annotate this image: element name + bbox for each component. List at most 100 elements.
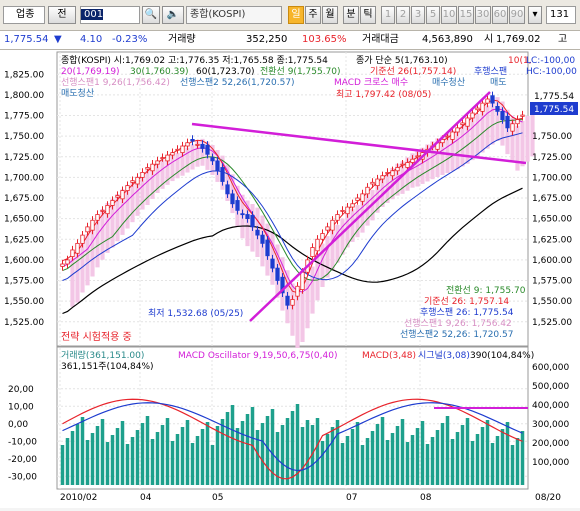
- candle-body: [320, 233, 325, 240]
- amount-value: 4,563,890: [422, 34, 473, 45]
- minute-90-label: 90: [510, 9, 524, 20]
- volume-bar: [100, 419, 105, 485]
- price-change-pct: -0.23%: [112, 34, 148, 45]
- volume-bar: [390, 433, 395, 485]
- code-input[interactable]: 001: [80, 6, 140, 24]
- volume-bar: [195, 436, 200, 485]
- tab-week[interactable]: 주: [305, 6, 321, 24]
- volume-bar: [485, 420, 490, 485]
- search-button[interactable]: 🔍: [142, 6, 160, 24]
- candle-body: [330, 219, 335, 231]
- market-select[interactable]: 업종: [3, 6, 45, 24]
- volume-bar: [520, 431, 525, 485]
- open-label: 시: [484, 34, 494, 45]
- tab-tick[interactable]: 틱: [360, 6, 376, 24]
- kospi-chart[interactable]: 1,825.00 1,800.00 1,775.00 1,750.00 1,725.00…: [0, 50, 580, 508]
- minute-3-label: 3: [414, 9, 422, 20]
- volume-bar: [215, 426, 220, 485]
- volume-bar: [340, 443, 345, 485]
- minute-90[interactable]: 90: [509, 6, 525, 24]
- tab-month[interactable]: 월: [322, 6, 338, 24]
- x-tick-label: 2010/02: [60, 493, 97, 503]
- tab-minute[interactable]: 분: [343, 6, 359, 24]
- minute-1[interactable]: 1: [381, 6, 395, 24]
- minute-dropdown[interactable]: ▾: [528, 6, 542, 24]
- candle-body: [410, 158, 415, 163]
- tab-day[interactable]: 일: [288, 6, 304, 24]
- volume-bar: [230, 405, 235, 485]
- volume-bar: [470, 441, 475, 485]
- volume-bar: [130, 437, 135, 485]
- right-tick-label: 1,525.00: [532, 318, 572, 328]
- candle-body: [370, 181, 375, 185]
- legend-leading2: 선행스팬2 52,26: 1,720.57: [400, 328, 513, 340]
- minute-60[interactable]: 60: [492, 6, 508, 24]
- strategy-label: 전략 시험적용 중: [61, 331, 132, 343]
- chart-area[interactable]: 1,825.00 1,800.00 1,775.00 1,750.00 1,725.00…: [0, 50, 580, 508]
- volume-bar: [175, 434, 180, 485]
- search-icon: 🔍: [144, 9, 158, 20]
- lc-label: LC:-100,00: [526, 56, 575, 66]
- minute-2[interactable]: 2: [396, 6, 410, 24]
- candle-body: [340, 209, 345, 212]
- volume-bar: [260, 423, 265, 485]
- minute-30-label: 30: [476, 9, 490, 20]
- volume-bar: [85, 440, 90, 485]
- candle-body: [485, 98, 490, 104]
- volume-bar: [75, 424, 80, 485]
- speaker-button[interactable]: 🔈: [162, 6, 184, 24]
- volume-bar: [185, 420, 190, 485]
- candle-body: [150, 163, 155, 172]
- candle-body: [325, 226, 330, 231]
- candle-body: [160, 157, 165, 159]
- y-tick-label: 1,675.00: [4, 194, 44, 204]
- candle-body: [335, 214, 340, 221]
- stock-name-field: 종합(KOSPI): [186, 6, 282, 24]
- volume-bar: [405, 442, 410, 485]
- volume-bar: [455, 432, 460, 485]
- low-marker-label: 최저 1,532.68 (05/25): [148, 308, 243, 319]
- right-tick-label: 1,550.00: [532, 297, 572, 307]
- candle-body: [250, 214, 255, 228]
- minute-10[interactable]: 10: [441, 6, 457, 24]
- signal-header: 시그널(3,08): [418, 350, 470, 361]
- y-tick-label: 1,750.00: [4, 132, 44, 142]
- type-select[interactable]: 전: [48, 6, 76, 24]
- candle-body: [445, 135, 450, 138]
- y-tick-label: 1,800.00: [4, 91, 44, 101]
- candle-body: [245, 214, 250, 220]
- volume-bar: [145, 416, 150, 485]
- candle-body: [460, 122, 465, 125]
- volume-bar: [415, 428, 420, 485]
- volume-bar: [125, 444, 130, 485]
- lower-right-axis-labels: 600,000 500,000 400,000 300,000 200,000 100,0…: [532, 363, 569, 468]
- lower-y-tick-label: -20,00: [8, 455, 37, 465]
- y-tick-label: 1,825.00: [4, 70, 44, 80]
- volume-bar: [190, 443, 195, 485]
- candle-body: [205, 144, 210, 155]
- minute-30[interactable]: 30: [475, 6, 491, 24]
- buy-exit-label: 매수청산: [432, 77, 465, 88]
- legend-lagging: 후행스팬 26: 1,775.54: [420, 306, 514, 318]
- lower-right-tick-label: 300,000: [532, 420, 569, 430]
- volume-bar: [330, 427, 335, 485]
- type-select-label: 전: [57, 9, 67, 20]
- candle-body: [145, 167, 150, 170]
- code-input-value: 001: [81, 9, 104, 20]
- count-input[interactable]: 131: [546, 6, 576, 24]
- legend-conversion: 전환선 9: 1,755.70: [446, 284, 526, 296]
- volume-bar: [430, 437, 435, 485]
- toolbar: 업종 전 001 🔍 🔈 종합(KOSPI) 일 주 월 분 틱 1 2 3 5…: [0, 0, 580, 31]
- current-price: 1,775.54: [4, 34, 49, 45]
- y-tick-label: 1,650.00: [4, 215, 44, 225]
- volume-bar: [135, 430, 140, 485]
- minute-5[interactable]: 5: [426, 6, 440, 24]
- candle-body: [255, 229, 260, 236]
- candle-body: [180, 145, 185, 154]
- minute-3[interactable]: 3: [411, 6, 425, 24]
- volume-bar: [300, 427, 305, 485]
- volume-ratio: 103.65%: [302, 34, 347, 45]
- minute-15[interactable]: 15: [458, 6, 474, 24]
- candle-body: [380, 175, 385, 180]
- candle-body: [175, 148, 180, 151]
